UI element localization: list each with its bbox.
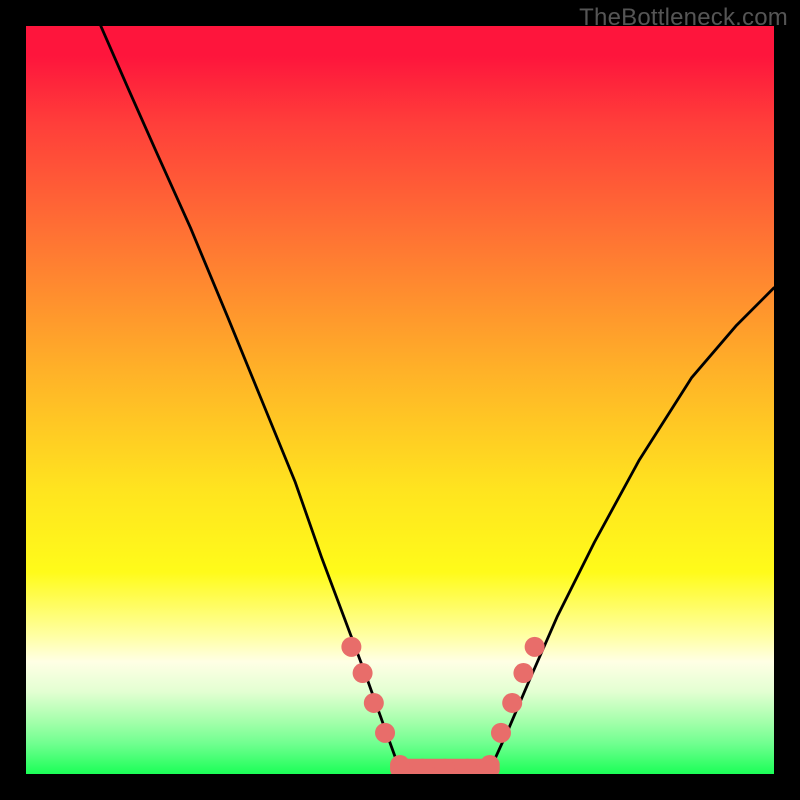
chart-svg xyxy=(26,26,774,774)
data-dot xyxy=(525,637,545,657)
curve-group xyxy=(101,26,774,770)
data-dot xyxy=(364,693,384,713)
data-dot xyxy=(491,723,511,743)
dots-group xyxy=(341,637,544,774)
data-dot xyxy=(353,663,373,683)
data-dot xyxy=(457,759,477,774)
data-dot xyxy=(341,637,361,657)
bottom-bar xyxy=(390,759,500,774)
data-dot xyxy=(502,693,522,713)
data-dot xyxy=(390,755,410,774)
data-dot xyxy=(435,759,455,774)
data-dot xyxy=(412,759,432,774)
data-dot xyxy=(480,755,500,774)
data-dot xyxy=(375,723,395,743)
watermark-text: TheBottleneck.com xyxy=(579,4,788,32)
plot-area xyxy=(26,26,774,774)
data-dot xyxy=(513,663,533,683)
chart-frame: TheBottleneck.com xyxy=(0,0,800,800)
